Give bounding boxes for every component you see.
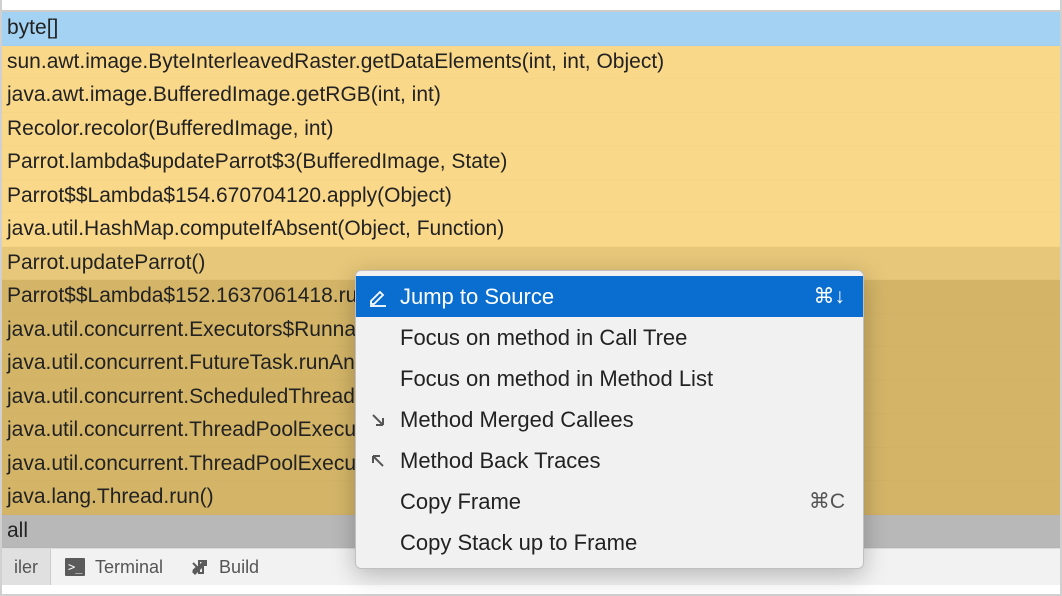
terminal-tab[interactable]: >_ Terminal <box>51 549 175 585</box>
stack-row-label: java.lang.Thread.run() <box>7 485 214 509</box>
menu-label: Copy Stack up to Frame <box>400 530 845 556</box>
arrow-down-right-icon <box>366 412 390 428</box>
stack-row[interactable]: java.awt.image.BufferedImage.getRGB(int,… <box>2 79 1060 113</box>
stack-row[interactable]: byte[] <box>2 12 1060 46</box>
menu-focus-method-list[interactable]: Focus on method in Method List <box>356 358 863 399</box>
menu-label: Focus on method in Call Tree <box>400 325 845 351</box>
profiler-tab[interactable]: iler <box>2 549 51 585</box>
context-menu: Jump to Source ⌘↓ Focus on method in Cal… <box>355 270 864 569</box>
stack-row[interactable]: Recolor.recolor(BufferedImage, int) <box>2 113 1060 147</box>
profiler-label: iler <box>14 557 38 578</box>
menu-shortcut: ⌘C <box>809 489 845 514</box>
stack-row-label: Parrot.lambda$updateParrot$3(BufferedIma… <box>7 150 507 174</box>
menu-label: Method Back Traces <box>400 448 845 474</box>
build-label: Build <box>219 557 259 578</box>
svg-text:>_: >_ <box>68 560 83 574</box>
menu-label: Copy Frame <box>400 489 799 515</box>
stack-row-label: java.util.HashMap.computeIfAbsent(Object… <box>7 217 504 241</box>
menu-back-traces[interactable]: Method Back Traces <box>356 440 863 481</box>
stack-row[interactable]: Parrot$$Lambda$154.670704120.apply(Objec… <box>2 180 1060 214</box>
build-tab[interactable]: Build <box>175 549 271 585</box>
edit-icon <box>366 287 390 307</box>
menu-copy-frame[interactable]: Copy Frame ⌘C <box>356 481 863 522</box>
menu-copy-stack[interactable]: Copy Stack up to Frame <box>356 522 863 563</box>
stack-row-label: byte[] <box>7 16 58 40</box>
terminal-label: Terminal <box>95 557 163 578</box>
menu-label: Focus on method in Method List <box>400 366 845 392</box>
terminal-icon: >_ <box>63 558 87 576</box>
arrow-up-left-icon <box>366 453 390 469</box>
menu-focus-call-tree[interactable]: Focus on method in Call Tree <box>356 317 863 358</box>
build-icon <box>187 557 211 577</box>
menu-shortcut: ⌘↓ <box>814 284 846 309</box>
stack-row[interactable]: Parrot.lambda$updateParrot$3(BufferedIma… <box>2 146 1060 180</box>
stack-row-label: Recolor.recolor(BufferedImage, int) <box>7 117 333 141</box>
stack-row-label: java.awt.image.BufferedImage.getRGB(int,… <box>7 83 441 107</box>
top-bar <box>2 0 1060 12</box>
menu-label: Method Merged Callees <box>400 407 845 433</box>
menu-jump-to-source[interactable]: Jump to Source ⌘↓ <box>356 276 863 317</box>
stack-row-label: all <box>7 519 28 543</box>
stack-row-label: Parrot$$Lambda$152.1637061418.run() <box>7 284 383 308</box>
stack-row-label: Parrot$$Lambda$154.670704120.apply(Objec… <box>7 184 452 208</box>
menu-label: Jump to Source <box>400 284 804 310</box>
stack-row[interactable]: sun.awt.image.ByteInterleavedRaster.getD… <box>2 46 1060 80</box>
stack-row[interactable]: java.util.HashMap.computeIfAbsent(Object… <box>2 213 1060 247</box>
stack-row-label: sun.awt.image.ByteInterleavedRaster.getD… <box>7 50 664 74</box>
menu-merged-callees[interactable]: Method Merged Callees <box>356 399 863 440</box>
stack-row-label: Parrot.updateParrot() <box>7 251 205 275</box>
